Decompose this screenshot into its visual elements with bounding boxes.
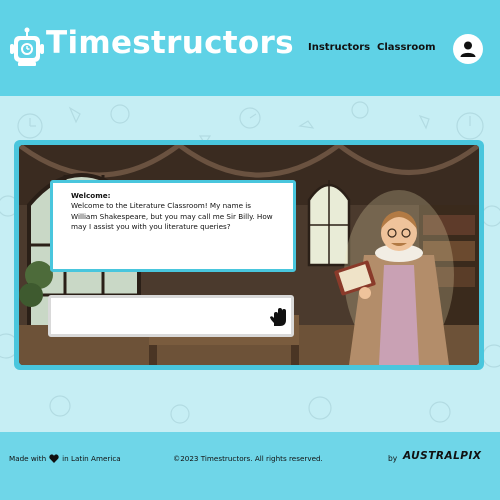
- user-avatar-button[interactable]: [453, 34, 483, 64]
- robot-logo-icon[interactable]: [10, 26, 44, 68]
- brand-name[interactable]: Timestructors: [46, 25, 294, 61]
- nav-instructors[interactable]: Instructors: [308, 42, 370, 53]
- by-text: by: [388, 454, 398, 463]
- user-icon: [460, 41, 476, 57]
- made-with-suffix: in Latin America: [62, 454, 121, 463]
- nav-classroom[interactable]: Classroom: [377, 42, 436, 53]
- made-with-prefix: Made with: [9, 454, 47, 463]
- chat-bubble-message: Welcome to the Literature Classroom! My …: [71, 201, 273, 231]
- heart-icon: [49, 454, 59, 463]
- header: Timestructors Instructors Classroom: [0, 0, 500, 96]
- chat-input-field[interactable]: [48, 295, 294, 337]
- raise-hand-icon[interactable]: [269, 306, 289, 328]
- copyright-text: ©2023 Timestructors. All rights reserved…: [173, 454, 323, 463]
- chat-bubble-title: Welcome:: [71, 191, 111, 200]
- chat-bubble: Welcome: Welcome to the Literature Class…: [50, 180, 296, 272]
- australpix-logo[interactable]: AUSTRALPIX: [403, 450, 482, 462]
- made-with-text: Made with in Latin America: [9, 454, 121, 463]
- footer: Made with in Latin America ©2023 Timestr…: [0, 432, 500, 500]
